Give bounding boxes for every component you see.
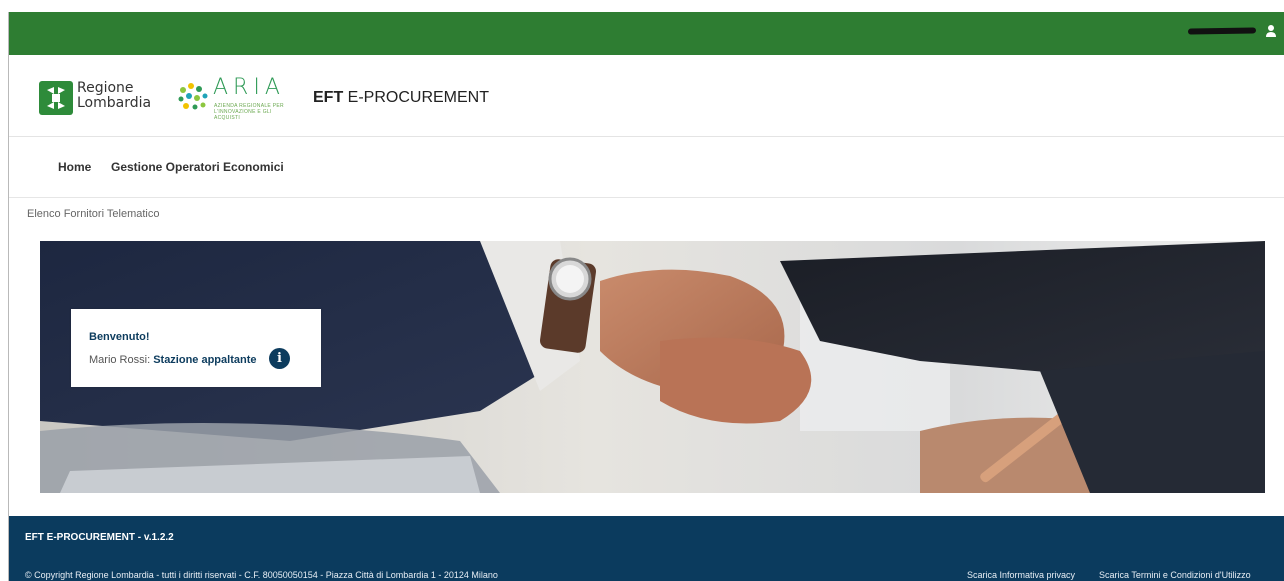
footer-version: EFT E-PROCUREMENT - v.1.2.2 (25, 532, 174, 543)
main-nav: Home Gestione Operatori Economici (9, 138, 1284, 198)
terms-link[interactable]: Scarica Termini e Condizioni d'Utilizzo (1099, 570, 1251, 580)
app-title-bold: EFT (313, 89, 344, 106)
welcome-title: Benvenuto! (89, 331, 150, 343)
app-frame: Regione Lombardia ARIA AZIENDA REGIONALE… (8, 12, 1284, 581)
nav-home[interactable]: Home (58, 160, 91, 174)
lombardia-label: Lombardia (77, 95, 152, 111)
info-icon[interactable]: i (269, 348, 290, 369)
footer: EFT E-PROCUREMENT - v.1.2.2 © Copyright … (9, 516, 1284, 581)
aria-subtitle: AZIENDA REGIONALE PER L'INNOVAZIONE E GL… (214, 103, 284, 121)
welcome-card: Benvenuto! Mario Rossi: Stazione appalta… (71, 309, 321, 387)
footer-copyright: © Copyright Regione Lombardia - tutti i … (25, 570, 498, 580)
regione-lombardia-text: Regione Lombardia (77, 81, 151, 111)
regione-label: Regione (77, 80, 134, 96)
welcome-user-line: Mario Rossi: Stazione appaltante (89, 354, 256, 366)
privacy-link[interactable]: Scarica Informativa privacy (967, 570, 1075, 580)
user-name-redacted[interactable] (1187, 27, 1257, 35)
app-title-rest: E-PROCUREMENT (343, 89, 489, 106)
welcome-user-role: Stazione appaltante (153, 354, 257, 366)
welcome-user-name: Mario Rossi: (89, 354, 151, 366)
aria-logo-text: ARIA (213, 75, 285, 100)
regione-lombardia-emblem-icon (47, 87, 65, 109)
header: Regione Lombardia ARIA AZIENDA REGIONALE… (9, 55, 1284, 137)
breadcrumb: Elenco Fornitori Telematico (27, 208, 160, 220)
regione-lombardia-logo[interactable] (39, 81, 73, 115)
top-bar (9, 12, 1284, 55)
aria-logo-dots-icon (178, 83, 208, 110)
user-icon[interactable] (1264, 23, 1278, 39)
nav-gestione-operatori-economici[interactable]: Gestione Operatori Economici (111, 160, 284, 174)
hero-banner: Benvenuto! Mario Rossi: Stazione appalta… (40, 241, 1265, 493)
app-title: EFT E-PROCUREMENT (313, 89, 489, 107)
